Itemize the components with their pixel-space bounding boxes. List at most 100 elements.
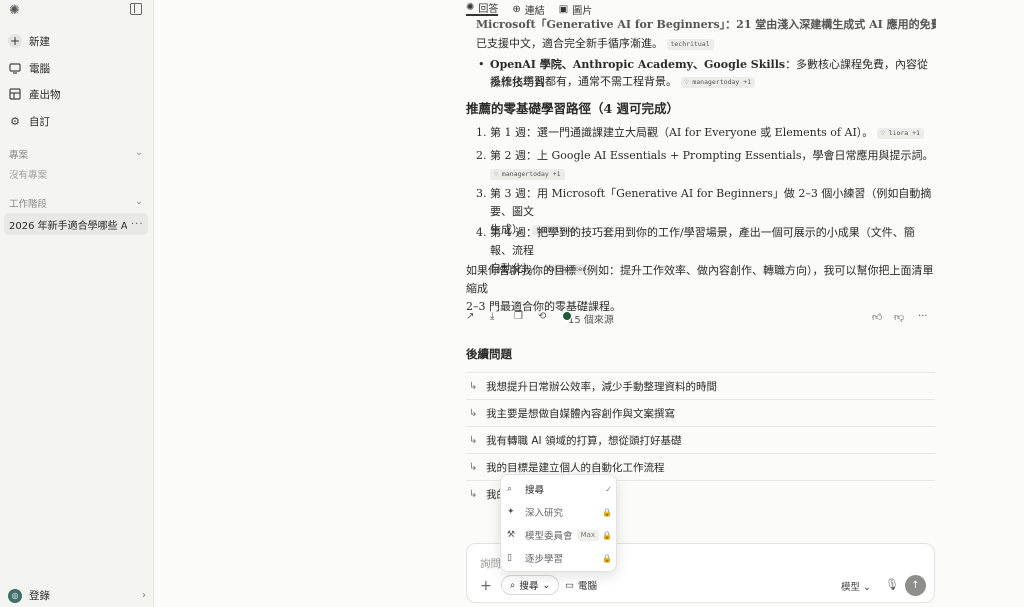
tab-images[interactable]: ▣ 圖片 [558, 2, 593, 17]
sidebar-item-outputs[interactable]: 產出物 [8, 83, 146, 105]
source-tag-label: liora +1 [888, 129, 920, 137]
monitor-icon: ▭ [565, 579, 574, 591]
model-select[interactable]: 模型 ⌄ [841, 579, 871, 593]
book-icon: ▯ [507, 553, 512, 563]
closing-paragraph: 如果你告訴我你的目標（例如：提升工作效率、做內容創作、轉職方向），我可以幫你把上… [466, 262, 936, 316]
model-label: 模型 [841, 582, 861, 593]
source-tag[interactable]: ♡ managertoday +1 [490, 169, 565, 180]
section-heading: 推薦的零基礎學習路徑（4 週可完成） [466, 101, 680, 116]
bullet-line: 已支援中文，適合完全新手循序漸進。 techritual [476, 35, 714, 53]
sidebar-item-label: 產出物 [29, 88, 61, 101]
tab-label: 連結 [524, 5, 545, 17]
step-text: 第 1 週：選一門通識課建立大局觀（AI for Everyone 或 Elem… [490, 124, 936, 142]
more-options-icon[interactable]: ··· [131, 219, 144, 230]
lock-icon: 🔒 [602, 530, 612, 540]
threads-label: 工作階段 [9, 199, 48, 210]
followup-item[interactable]: ↳ 我有轉職 AI 領域的打算，想從頭打好基礎 [466, 426, 935, 453]
step-number: 3. [476, 187, 487, 200]
send-button[interactable]: ↑ [905, 575, 926, 596]
no-projects-text: 沒有專案 [9, 170, 48, 181]
attach-plus-icon[interactable]: + [480, 578, 492, 594]
avatar: ◎ [8, 588, 22, 603]
answer-actions: ↗ ⤓ ❐ ⟲ 15 個來源 👍︎ 👎︎ ··· [466, 311, 936, 326]
layout-icon [8, 87, 22, 101]
source-tag[interactable]: ♡ liora +1 [876, 128, 924, 139]
thread-title: 2026 年新手適合學哪些 AI 課 [9, 220, 127, 232]
reply-arrow-icon: ↳ [469, 407, 478, 419]
thumbs-up-icon[interactable]: 👍︎ [872, 311, 882, 323]
microphone-icon[interactable]: 🎙︎ [885, 578, 899, 591]
followup-item[interactable]: ↳ 我主要是想做自媒體內容創作與文案撰寫 [466, 399, 935, 426]
reply-arrow-icon: ↳ [469, 461, 478, 473]
menu-item-step-learning[interactable]: ▯ 逐步學習 🔒 [507, 548, 612, 568]
chevron-down-icon[interactable]: ⌄ [135, 147, 143, 161]
sidebar-item-label: 新建 [29, 35, 50, 48]
copy-icon[interactable]: ❐ [514, 311, 523, 322]
monitor-icon [8, 61, 22, 75]
sidebar-item-custom[interactable]: ⚙ 自訂 [8, 110, 146, 132]
login-button[interactable]: ◎ 登錄 › [8, 588, 146, 603]
mode-label: 搜尋 [519, 581, 539, 592]
bullet-dot: • [478, 58, 485, 71]
step-line: 第 3 週：用 Microsoft「Generative AI for Begi… [490, 187, 932, 218]
sources-button[interactable]: 15 個來源 [562, 311, 614, 326]
sidebar-item-label: 電腦 [29, 62, 50, 75]
menu-item-label: 模型委員會 [525, 531, 573, 542]
chevron-down-icon: ⌄ [542, 579, 551, 591]
menu-item-search[interactable]: ⌕ 搜尋 ✓ [507, 479, 612, 499]
menu-item-model-council[interactable]: ⚒ 模型委員會 Max 🔒 [507, 525, 612, 545]
reply-arrow-icon: ↳ [469, 488, 478, 500]
rewrite-icon[interactable]: ⟲ [538, 311, 546, 322]
max-badge: Max [576, 529, 599, 541]
image-icon: ▣ [558, 3, 569, 15]
threads-section-header[interactable]: 工作階段 ⌄ [9, 196, 143, 210]
mode-dropdown-menu: ⌕ 搜尋 ✓ ✦ 深入研究 🔒 ⚒ 模型委員會 Max 🔒 ▯ 逐步學習 🔒 [500, 474, 617, 572]
tab-label: 回答 [478, 3, 499, 15]
source-tag-label: managertoday +1 [692, 78, 752, 86]
bullet-line: 系統化學習都有，通常不需工程背景。 ♡ managertoday +1 [490, 73, 756, 91]
check-icon: ✓ [605, 484, 612, 494]
sidebar-item-new[interactable]: + 新建 [8, 30, 146, 52]
bullet-text: 已支援中文，適合完全新手循序漸進。 [476, 37, 663, 50]
lock-icon: 🔒 [602, 507, 612, 517]
sources-label: 15 個來源 [568, 315, 614, 326]
followup-text: 我的目標是建立個人的自動化工作流程 [486, 461, 665, 474]
followup-text: 我有轉職 AI 領域的打算，想從頭打好基礎 [486, 434, 682, 447]
login-label: 登錄 [29, 590, 50, 602]
source-tag[interactable]: ♡ managertoday +1 [680, 77, 756, 88]
followup-item[interactable]: ↳ 我想提升日常辦公效率，減少手動整理資料的時間 [466, 372, 935, 399]
download-icon[interactable]: ⤓ [490, 311, 494, 322]
step-number: 2. [476, 149, 487, 162]
step-line: 第 2 週：上 Google AI Essentials + Prompting… [490, 149, 934, 162]
computer-label: 電腦 [577, 581, 597, 592]
result-tabs: ✺ 回答 ⊕ 連結 ▣ 圖片 [466, 1, 593, 17]
partial-bullet-text: Microsoft「Generative AI for Beginners」：2… [476, 18, 936, 31]
source-tag-label: managertoday +1 [501, 170, 561, 178]
share-icon[interactable]: ↗ [466, 311, 474, 322]
source-tag[interactable]: techritual [666, 39, 714, 50]
tab-links[interactable]: ⊕ 連結 [512, 2, 545, 17]
menu-item-label: 深入研究 [525, 508, 564, 519]
tab-answer[interactable]: ✺ 回答 [466, 1, 499, 16]
app-logo-icon[interactable]: ✺ [9, 4, 23, 18]
menu-item-deep-research[interactable]: ✦ 深入研究 🔒 [507, 502, 612, 522]
bullet-bold: OpenAI 學院、Anthropic Academy、Google Skill… [490, 58, 786, 71]
tab-label: 圖片 [572, 5, 593, 17]
telescope-icon: ✦ [507, 507, 515, 517]
answer-logo-icon: ✺ [466, 1, 475, 13]
more-options-icon[interactable]: ··· [918, 311, 928, 322]
thumbs-down-icon[interactable]: 👎︎ [894, 311, 904, 323]
lock-icon: 🔒 [602, 553, 612, 563]
search-icon: ⌕ [507, 484, 513, 494]
sidebar-collapse-icon[interactable] [130, 3, 142, 15]
query-input[interactable]: 詢問 [480, 556, 501, 571]
step-line: 第 1 週：選一門通識課建立大局觀（AI for Everyone 或 Elem… [490, 126, 874, 139]
computer-toggle[interactable]: ▭ 電腦 [565, 578, 597, 593]
chevron-down-icon[interactable]: ⌄ [135, 196, 143, 210]
step-line: 第 4 週：把學到的技巧套用到你的工作/學習場景，產出一個可展示的小成果（文件、… [490, 226, 915, 257]
sidebar-item-computer[interactable]: 電腦 [8, 57, 146, 79]
step-number: 1. [476, 126, 487, 139]
projects-section-header[interactable]: 專案 ⌄ [9, 147, 143, 161]
thread-item[interactable]: 2026 年新手適合學哪些 AI 課 ··· [4, 213, 148, 235]
mode-select-button[interactable]: ⌕ 搜尋 ⌄ [501, 575, 560, 595]
